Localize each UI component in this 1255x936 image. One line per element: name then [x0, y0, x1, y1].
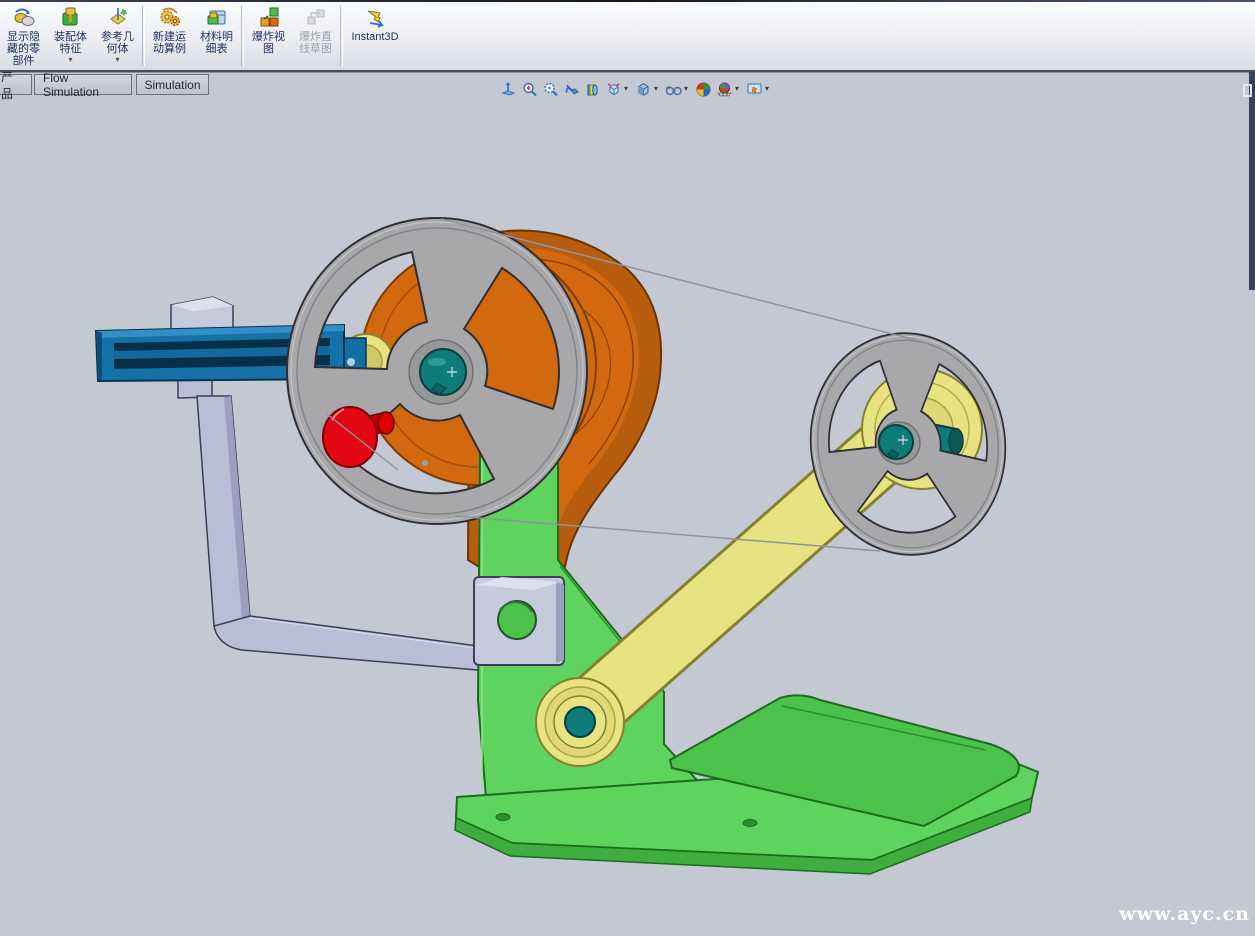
tab-product[interactable]: 产品 [0, 74, 32, 95]
toolbar-button-show-hidden-components[interactable]: 显示隐 藏的零 部件 [0, 2, 47, 70]
view-settings-dropdown[interactable]: ▾ [765, 85, 774, 93]
vertex-marker [422, 460, 428, 466]
reference-geometry-icon [105, 5, 131, 31]
toolbar-button-new-motion-study[interactable]: 新建运 动算例 [146, 2, 193, 70]
hide-show-items-dropdown[interactable]: ▾ [684, 85, 693, 93]
previous-view-icon[interactable] [561, 80, 582, 98]
heads-up-view-toolbar: ▾ ▾ ▾ ▾ ▾ [498, 79, 774, 99]
hub-shaft-left[interactable] [420, 349, 466, 395]
assembly-features-icon [58, 5, 84, 31]
toolbar-button-bill-of-materials[interactable]: 材料明 细表 [193, 2, 240, 70]
reference-geometry-dropdown[interactable]: ▾ [115, 56, 119, 64]
new-motion-study-icon [157, 5, 183, 31]
assembly-features-dropdown[interactable]: ▾ [68, 56, 72, 64]
command-manager-toolbar: 显示隐 藏的零 部件 装配体 特征 ▾ 参考几 何体 ▾ 新建运 动算例 材料明… [0, 2, 1255, 72]
bill-of-materials-icon [204, 5, 230, 31]
hide-show-items-icon[interactable] [663, 80, 684, 98]
toolbar-button-exploded-view[interactable]: 爆炸视 图 [245, 2, 292, 70]
view-orientation-dropdown[interactable]: ▾ [624, 85, 633, 93]
pivot-pin[interactable] [565, 707, 595, 737]
graphics-viewport[interactable]: www.ayc.cn [0, 73, 1255, 936]
toolbar-button-reference-geometry[interactable]: 参考几 何体 ▾ [94, 2, 141, 70]
display-style-icon[interactable] [633, 80, 654, 98]
apply-scene-icon[interactable] [714, 80, 735, 98]
exploded-view-icon [256, 5, 282, 31]
toolbar-button-explode-line-sketch[interactable]: 爆炸直 线草图 [292, 2, 339, 70]
zoom-to-fit-icon[interactable] [498, 80, 519, 98]
instant3d-icon [362, 5, 388, 31]
toolbar-button-instant3d[interactable]: Instant3D [344, 2, 406, 70]
assembly-model [0, 73, 1255, 936]
zoom-to-area-icon[interactable] [519, 80, 540, 98]
apply-scene-dropdown[interactable]: ▾ [735, 85, 744, 93]
display-style-dropdown[interactable]: ▾ [654, 85, 663, 93]
tab-flow-simulation[interactable]: Flow Simulation [34, 74, 132, 95]
explode-line-sketch-icon [303, 5, 329, 31]
show-hidden-components-icon [11, 5, 37, 31]
toolbar-separator [340, 6, 343, 66]
watermark: www.ayc.cn [1119, 903, 1250, 925]
view-orientation-icon[interactable] [603, 80, 624, 98]
toolbar-separator [142, 6, 145, 66]
edit-appearance-icon[interactable] [693, 80, 714, 98]
viewport-corner-widget[interactable] [1243, 84, 1252, 97]
tab-simulation[interactable]: Simulation [136, 74, 209, 95]
view-settings-icon[interactable] [744, 80, 765, 98]
zoom-in-out-icon[interactable] [540, 80, 561, 98]
toolbar-separator [241, 6, 244, 66]
section-view-icon[interactable] [582, 80, 603, 98]
toolbar-button-assembly-features[interactable]: 装配体 特征 ▾ [47, 2, 94, 70]
